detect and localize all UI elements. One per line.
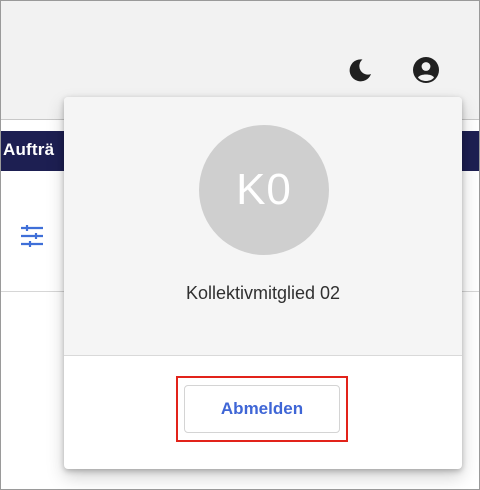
moon-icon (349, 59, 371, 82)
user-name: Kollektivmitglied 02 (185, 283, 341, 303)
tune-sliders-icon (21, 225, 43, 247)
user-info-section: K0 Kollektivmitglied 02 (64, 97, 462, 356)
tab-orders-label[interactable]: Aufträ (3, 140, 54, 160)
account-circle-icon (413, 57, 439, 83)
avatar: K0 (199, 125, 329, 255)
logout-button[interactable]: Abmelden (184, 385, 340, 433)
theme-toggle-button[interactable] (343, 53, 377, 87)
account-menu-button[interactable] (409, 53, 443, 87)
filter-button[interactable] (19, 223, 45, 254)
user-menu-popover: K0 Kollektivmitglied 02 Abmelden (64, 97, 462, 469)
